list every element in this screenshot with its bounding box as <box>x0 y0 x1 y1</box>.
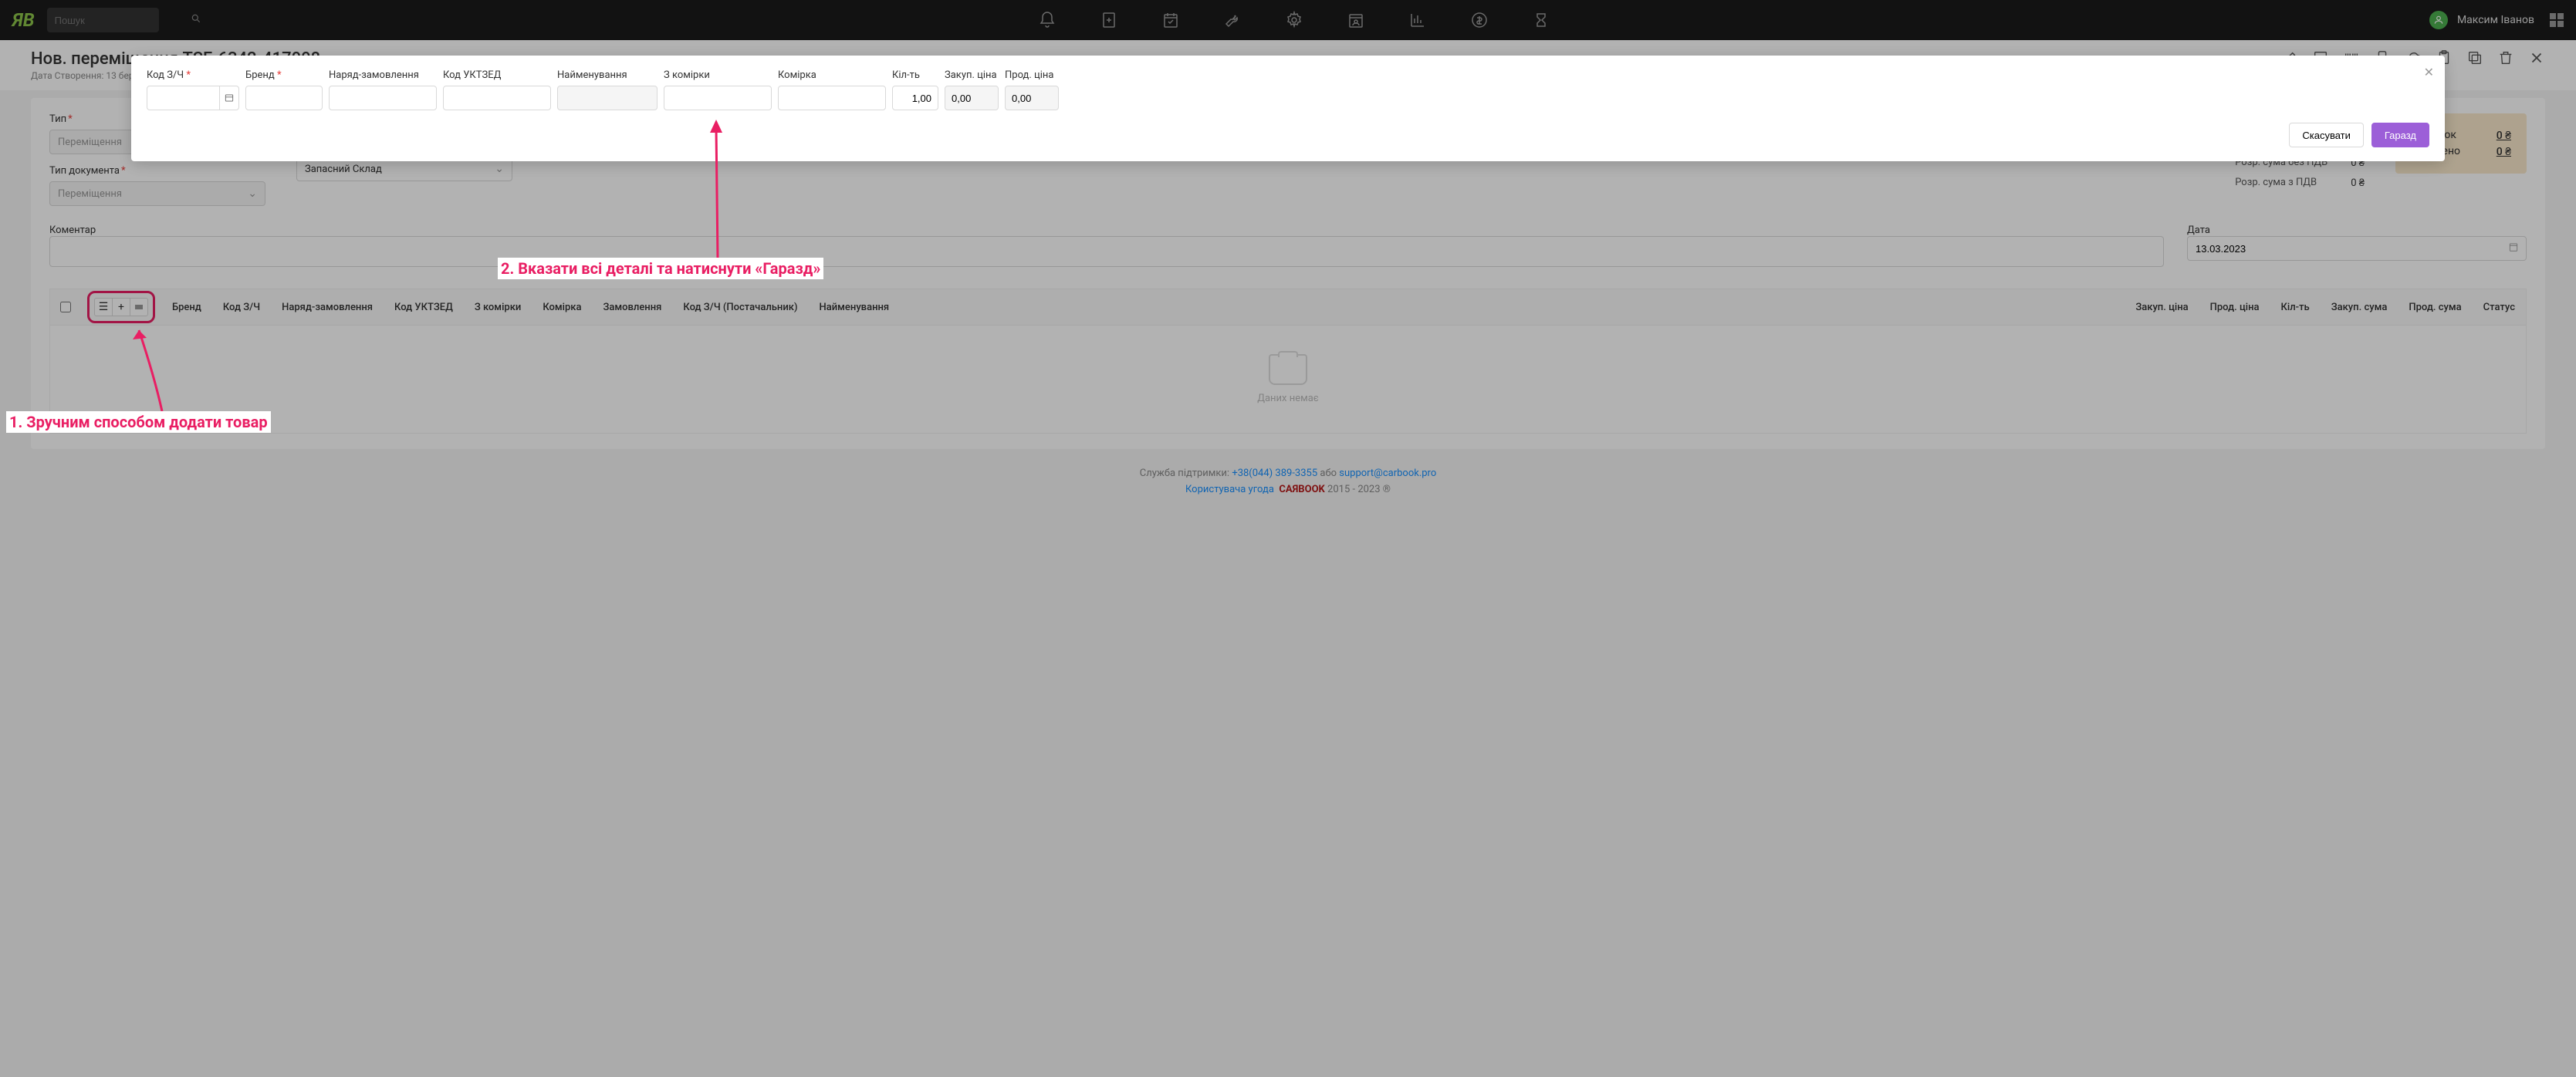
modal-name-input[interactable] <box>557 86 658 110</box>
modal-order-label: Наряд-замовлення <box>329 69 437 81</box>
modal-code-label: Код З/Ч * <box>147 69 239 81</box>
modal-sell-price-input[interactable] <box>1005 86 1059 110</box>
modal-brand-input[interactable] <box>245 86 323 110</box>
modal-from-cell-label: З комірки <box>664 69 772 81</box>
modal-name-label: Найменування <box>557 69 658 81</box>
arrow-1 <box>131 322 177 415</box>
ok-button[interactable]: Гаразд <box>2371 123 2429 147</box>
modal-qty-label: Кіл-ть <box>892 69 938 81</box>
modal-buy-price-input[interactable] <box>945 86 999 110</box>
modal-order-input[interactable] <box>329 86 437 110</box>
cancel-button[interactable]: Скасувати <box>2289 123 2364 147</box>
modal: ✕ Код З/Ч * Бренд * Наряд-замовлення Код… <box>131 56 2445 161</box>
modal-cell-label: Комірка <box>778 69 886 81</box>
modal-overlay[interactable] <box>0 0 2576 1077</box>
modal-code-input[interactable] <box>147 86 220 110</box>
annotation-2: 2. Вказати всі деталі та натиснути «Гара… <box>498 258 823 279</box>
arrow-2 <box>702 116 733 262</box>
modal-buy-price-label: Закуп. ціна <box>945 69 999 81</box>
modal-uktzed-label: Код УКТЗЕД <box>443 69 551 81</box>
annotation-1: 1. Зручним способом додати товар <box>6 411 271 433</box>
modal-uktzed-input[interactable] <box>443 86 551 110</box>
modal-sell-price-label: Прод. ціна <box>1005 69 1059 81</box>
modal-from-cell-input[interactable] <box>664 86 772 110</box>
modal-close-button[interactable]: ✕ <box>2424 65 2434 80</box>
modal-brand-label: Бренд * <box>245 69 323 81</box>
modal-cell-input[interactable] <box>778 86 886 110</box>
modal-code-picker-button[interactable] <box>220 86 239 110</box>
modal-qty-input[interactable] <box>892 86 938 110</box>
